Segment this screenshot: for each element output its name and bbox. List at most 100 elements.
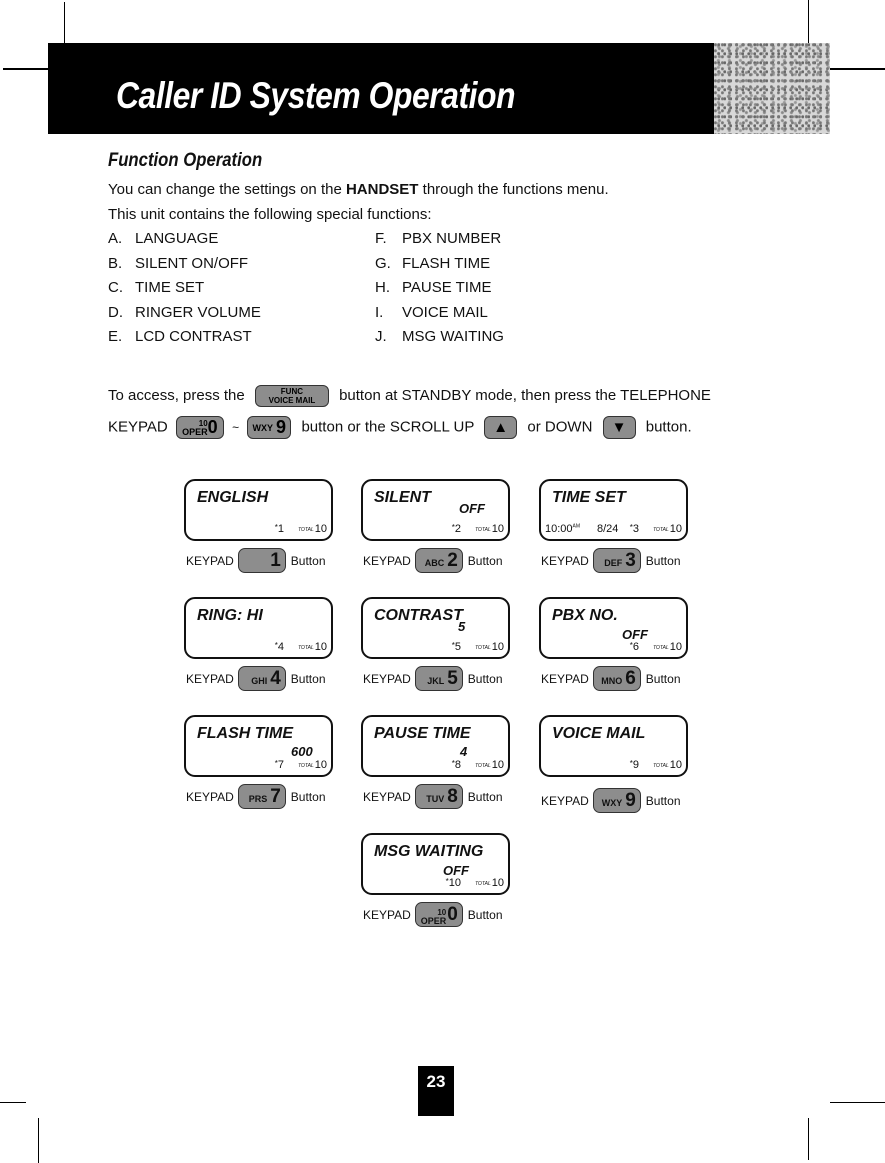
lcd-screen: PAUSE TIME 4 *8 TOTAL10	[361, 715, 510, 777]
function-list-item: D. RINGER VOLUME	[108, 304, 261, 321]
keypad-label: KEYPAD	[363, 553, 411, 568]
keypad-8-key[interactable]: TUV 8	[414, 784, 463, 809]
button-label: Button	[467, 553, 503, 568]
keypad-4-key[interactable]: GHI 4	[237, 666, 286, 691]
keypad-9-key[interactable]: WXY 9	[592, 788, 641, 813]
list-label: VOICE MAIL	[402, 303, 488, 321]
button-label: Button	[645, 553, 681, 568]
header-texture-image	[714, 43, 830, 134]
lcd-total: TOTAL10	[298, 641, 327, 653]
list-letter: F.	[375, 230, 387, 247]
button-label: Button	[467, 789, 503, 804]
list-letter: E.	[108, 328, 123, 345]
keypad-instruction: KEYPAD ABC 2 Button	[363, 548, 503, 573]
list-letter: G.	[375, 254, 391, 272]
keypad-0-key[interactable]: 10 OPER 0	[414, 902, 463, 927]
lcd-total: TOTAL10	[475, 523, 504, 535]
lcd-value: 5	[458, 619, 466, 634]
keypad-2-key[interactable]: ABC 2	[414, 548, 463, 573]
lcd-index: *5	[451, 641, 461, 653]
keypad-label: KEYPAD	[363, 671, 411, 686]
list-letter: I.	[375, 303, 384, 321]
lcd-index: *1	[274, 523, 284, 535]
keypad-label: KEYPAD	[363, 789, 411, 804]
list-letter: J.	[375, 328, 387, 345]
lcd-total: TOTAL10	[653, 523, 682, 535]
list-letter: D.	[108, 303, 123, 321]
keypad-6-key[interactable]: MNO 6	[592, 666, 641, 691]
crop-mark	[38, 1118, 39, 1163]
keypad-9-key[interactable]: WXY 9	[247, 416, 292, 439]
lcd-total: TOTAL10	[475, 877, 504, 889]
lcd-title: FLASH TIME	[197, 725, 293, 742]
lcd-value: OFF	[443, 863, 469, 878]
lcd-index: *9	[629, 759, 639, 771]
lcd-total: TOTAL10	[475, 641, 504, 653]
keypad-label: KEYPAD	[541, 553, 589, 568]
crop-mark	[808, 0, 809, 48]
keypad-5-key[interactable]: JKL 5	[414, 666, 463, 691]
key-label: VOICE MAIL	[268, 396, 316, 405]
access-line-1: To access, press the FUNC VOICE MAIL but…	[108, 385, 711, 407]
function-list-item: C. TIME SET	[108, 279, 204, 296]
list-label: TIME SET	[135, 279, 205, 296]
button-label: Button	[290, 671, 326, 686]
lcd-index: *3	[629, 523, 639, 535]
list-label: PAUSE TIME	[402, 279, 492, 296]
lcd-screen: RING: HI *4 TOTAL10	[184, 597, 333, 659]
lcd-index: *6	[629, 641, 639, 653]
crop-mark	[64, 2, 65, 44]
lcd-total: TOTAL10	[475, 759, 504, 771]
keypad-7-key[interactable]: PRS 7	[237, 784, 286, 809]
keypad-label: KEYPAD	[541, 671, 589, 686]
lcd-value: OFF	[622, 627, 648, 642]
lcd-title: RING: HI	[197, 607, 263, 624]
keypad-0-key[interactable]: 10 OPER 0	[175, 416, 224, 439]
keypad-label: KEYPAD	[541, 793, 589, 808]
lcd-index: *10	[445, 877, 461, 889]
list-letter: H.	[375, 279, 390, 296]
crop-mark	[0, 1102, 26, 1103]
scroll-up-button[interactable]: ▲	[484, 416, 518, 439]
button-label: Button	[467, 671, 503, 686]
crop-mark	[808, 1118, 809, 1160]
list-label: SILENT ON/OFF	[135, 254, 249, 272]
crop-mark	[3, 68, 48, 70]
func-voicemail-key[interactable]: FUNC VOICE MAIL	[254, 385, 329, 407]
keypad-instruction: KEYPAD GHI 4 Button	[186, 666, 326, 691]
keypad-instruction: KEYPAD WXY 9 Button	[541, 788, 681, 813]
keypad-1-key[interactable]: 1	[237, 548, 286, 573]
lcd-total: TOTAL10	[298, 759, 327, 771]
intro-text: You can change the settings on the HANDS…	[108, 181, 609, 198]
lcd-index: *2	[451, 523, 461, 535]
scroll-down-button[interactable]: ▼	[602, 416, 636, 439]
lcd-time: 10:00AM	[545, 523, 581, 535]
intro-text-2: This unit contains the following special…	[108, 206, 432, 223]
up-arrow-icon: ▲	[493, 419, 509, 436]
lcd-title: PAUSE TIME	[374, 725, 471, 742]
list-label: RINGER VOLUME	[135, 303, 261, 321]
lcd-screen: CONTRAST 5 *5 TOTAL10	[361, 597, 510, 659]
keypad-3-key[interactable]: DEF 3	[592, 548, 641, 573]
keypad-instruction: KEYPAD DEF 3 Button	[541, 548, 681, 573]
lcd-value: OFF	[459, 501, 485, 516]
lcd-total: TOTAL10	[653, 759, 682, 771]
list-label: LANGUAGE	[135, 230, 219, 247]
lcd-total: TOTAL10	[653, 641, 682, 653]
crop-mark	[830, 68, 885, 70]
page-title: Caller ID System Operation	[116, 75, 516, 116]
lcd-screen: FLASH TIME 600 *7 TOTAL10	[184, 715, 333, 777]
lcd-title: CONTRAST	[374, 607, 463, 624]
function-list-item: A. LANGUAGE	[108, 230, 218, 247]
lcd-screen: ENGLISH *1 TOTAL10	[184, 479, 333, 541]
keypad-instruction: KEYPAD PRS 7 Button	[186, 784, 326, 809]
lcd-total: TOTAL10	[298, 523, 327, 535]
lcd-screen: VOICE MAIL *9 TOTAL10	[539, 715, 688, 777]
keypad-label: KEYPAD	[363, 907, 411, 922]
access-line-2: KEYPAD 10 OPER 0 ~ WXY 9 button or the S…	[108, 416, 692, 439]
lcd-screen: PBX NO. OFF *6 TOTAL10	[539, 597, 688, 659]
lcd-index: *4	[274, 641, 284, 653]
keypad-instruction: KEYPAD TUV 8 Button	[363, 784, 503, 809]
list-label: PBX NUMBER	[402, 230, 502, 247]
lcd-screen: TIME SET 10:00AM 8/24 *3 TOTAL10	[539, 479, 688, 541]
